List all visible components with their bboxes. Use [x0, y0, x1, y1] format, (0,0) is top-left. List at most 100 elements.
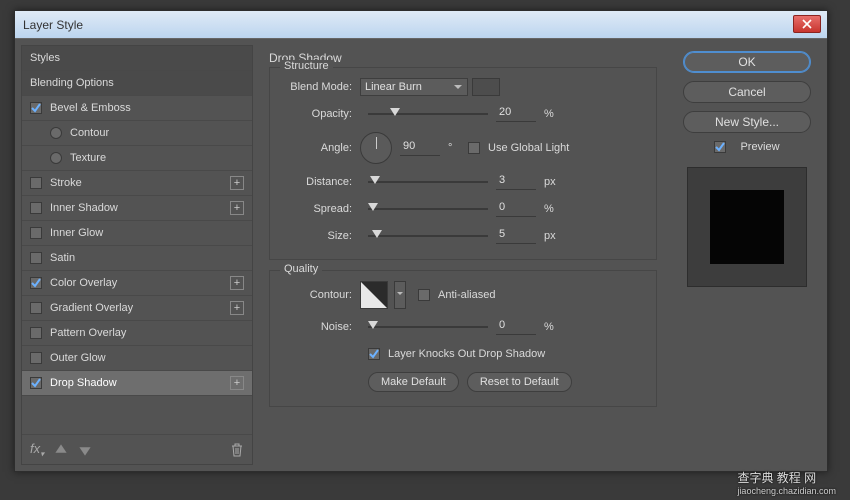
plus-icon[interactable]: +: [230, 301, 244, 315]
style-label: Texture: [70, 152, 106, 164]
global-light-checkbox[interactable]: [468, 142, 480, 154]
style-item-gradient-overlay[interactable]: Gradient Overlay +: [22, 296, 252, 321]
distance-label: Distance:: [282, 176, 360, 188]
new-style-button[interactable]: New Style...: [683, 111, 811, 133]
antialias-checkbox[interactable]: [418, 289, 430, 301]
radio-icon: [50, 152, 62, 164]
preview-checkbox[interactable]: [714, 141, 726, 153]
dialog-title: Layer Style: [23, 18, 83, 32]
size-slider[interactable]: [368, 235, 488, 237]
style-item-inner-shadow[interactable]: Inner Shadow +: [22, 196, 252, 221]
plus-icon[interactable]: +: [230, 176, 244, 190]
style-label: Contour: [70, 127, 109, 139]
preview-swatch: [710, 190, 784, 264]
noise-label: Noise:: [282, 321, 360, 333]
contour-dropdown[interactable]: [394, 281, 406, 309]
knockout-checkbox[interactable]: [368, 348, 380, 360]
style-label: Satin: [50, 252, 75, 264]
antialias-label: Anti-aliased: [438, 289, 495, 301]
distance-field[interactable]: 3: [496, 174, 536, 190]
fx-icon[interactable]: fx▾: [30, 441, 44, 459]
plus-icon[interactable]: +: [230, 376, 244, 390]
ok-button[interactable]: OK: [683, 51, 811, 73]
plus-icon[interactable]: +: [230, 201, 244, 215]
close-button[interactable]: [793, 15, 821, 33]
radio-icon: [50, 127, 62, 139]
angle-label: Angle:: [282, 142, 360, 154]
style-checkbox[interactable]: [30, 227, 42, 239]
arrow-down-icon[interactable]: [78, 443, 92, 457]
plus-icon[interactable]: +: [230, 276, 244, 290]
style-label: Outer Glow: [50, 352, 106, 364]
style-checkbox[interactable]: [30, 327, 42, 339]
blend-mode-select[interactable]: Linear Burn: [360, 78, 468, 96]
style-checkbox[interactable]: [30, 377, 42, 389]
right-panel: OK Cancel New Style... Preview: [673, 45, 821, 465]
quality-group: Quality Contour: Anti-aliased Noise: 0 %: [269, 270, 657, 407]
style-item-inner-glow[interactable]: Inner Glow: [22, 221, 252, 246]
style-item-bevel-emboss[interactable]: Bevel & Emboss: [22, 96, 252, 121]
blending-options[interactable]: Blending Options: [22, 71, 252, 96]
size-field[interactable]: 5: [496, 228, 536, 244]
contour-picker[interactable]: [360, 281, 388, 309]
blend-mode-label: Blend Mode:: [282, 81, 360, 93]
styles-panel: Styles Blending Options Bevel & Emboss Co…: [21, 45, 253, 465]
effect-settings-panel: Drop Shadow Structure Blend Mode: Linear…: [259, 45, 667, 465]
style-checkbox[interactable]: [30, 352, 42, 364]
style-item-outer-glow[interactable]: Outer Glow: [22, 346, 252, 371]
shadow-color-swatch[interactable]: [472, 78, 500, 96]
contour-label: Contour:: [282, 289, 360, 301]
style-item-color-overlay[interactable]: Color Overlay +: [22, 271, 252, 296]
global-light-label: Use Global Light: [488, 142, 569, 154]
noise-slider[interactable]: [368, 326, 488, 328]
angle-dial[interactable]: [360, 132, 392, 164]
structure-group: Structure Blend Mode: Linear Burn Opacit…: [269, 67, 657, 260]
style-label: Color Overlay: [50, 277, 117, 289]
style-item-drop-shadow[interactable]: Drop Shadow +: [22, 371, 252, 396]
spread-field[interactable]: 0: [496, 201, 536, 217]
style-label: Inner Glow: [50, 227, 103, 239]
distance-slider[interactable]: [368, 181, 488, 183]
style-label: Drop Shadow: [50, 377, 117, 389]
angle-field[interactable]: 90: [400, 140, 440, 156]
style-checkbox[interactable]: [30, 177, 42, 189]
style-item-pattern-overlay[interactable]: Pattern Overlay: [22, 321, 252, 346]
make-default-button[interactable]: Make Default: [368, 372, 459, 392]
close-icon: [802, 19, 812, 29]
opacity-slider[interactable]: [368, 113, 488, 115]
preview-label: Preview: [740, 141, 779, 153]
style-label: Stroke: [50, 177, 82, 189]
knockout-label: Layer Knocks Out Drop Shadow: [388, 348, 545, 360]
style-item-texture[interactable]: Texture: [22, 146, 252, 171]
noise-field[interactable]: 0: [496, 319, 536, 335]
styles-header[interactable]: Styles: [22, 46, 252, 71]
structure-legend: Structure: [280, 60, 333, 72]
size-label: Size:: [282, 230, 360, 242]
preview-box: [687, 167, 807, 287]
trash-icon[interactable]: [230, 443, 244, 457]
style-checkbox[interactable]: [30, 302, 42, 314]
style-checkbox[interactable]: [30, 277, 42, 289]
style-checkbox[interactable]: [30, 252, 42, 264]
titlebar[interactable]: Layer Style: [15, 11, 827, 39]
quality-legend: Quality: [280, 263, 322, 275]
style-label: Inner Shadow: [50, 202, 118, 214]
style-label: Gradient Overlay: [50, 302, 133, 314]
watermark: 查字典 教程 网 jiaocheng.chazidian.com: [737, 469, 836, 496]
opacity-label: Opacity:: [282, 108, 360, 120]
style-item-stroke[interactable]: Stroke +: [22, 171, 252, 196]
layer-style-dialog: Layer Style Styles Blending Options Beve…: [14, 10, 828, 472]
styles-footer: fx▾: [22, 434, 252, 464]
style-label: Pattern Overlay: [50, 327, 126, 339]
spread-label: Spread:: [282, 203, 360, 215]
opacity-field[interactable]: 20: [496, 106, 536, 122]
style-checkbox[interactable]: [30, 102, 42, 114]
style-label: Bevel & Emboss: [50, 102, 131, 114]
style-item-satin[interactable]: Satin: [22, 246, 252, 271]
reset-default-button[interactable]: Reset to Default: [467, 372, 572, 392]
style-item-contour[interactable]: Contour: [22, 121, 252, 146]
cancel-button[interactable]: Cancel: [683, 81, 811, 103]
style-checkbox[interactable]: [30, 202, 42, 214]
arrow-up-icon[interactable]: [54, 443, 68, 457]
spread-slider[interactable]: [368, 208, 488, 210]
